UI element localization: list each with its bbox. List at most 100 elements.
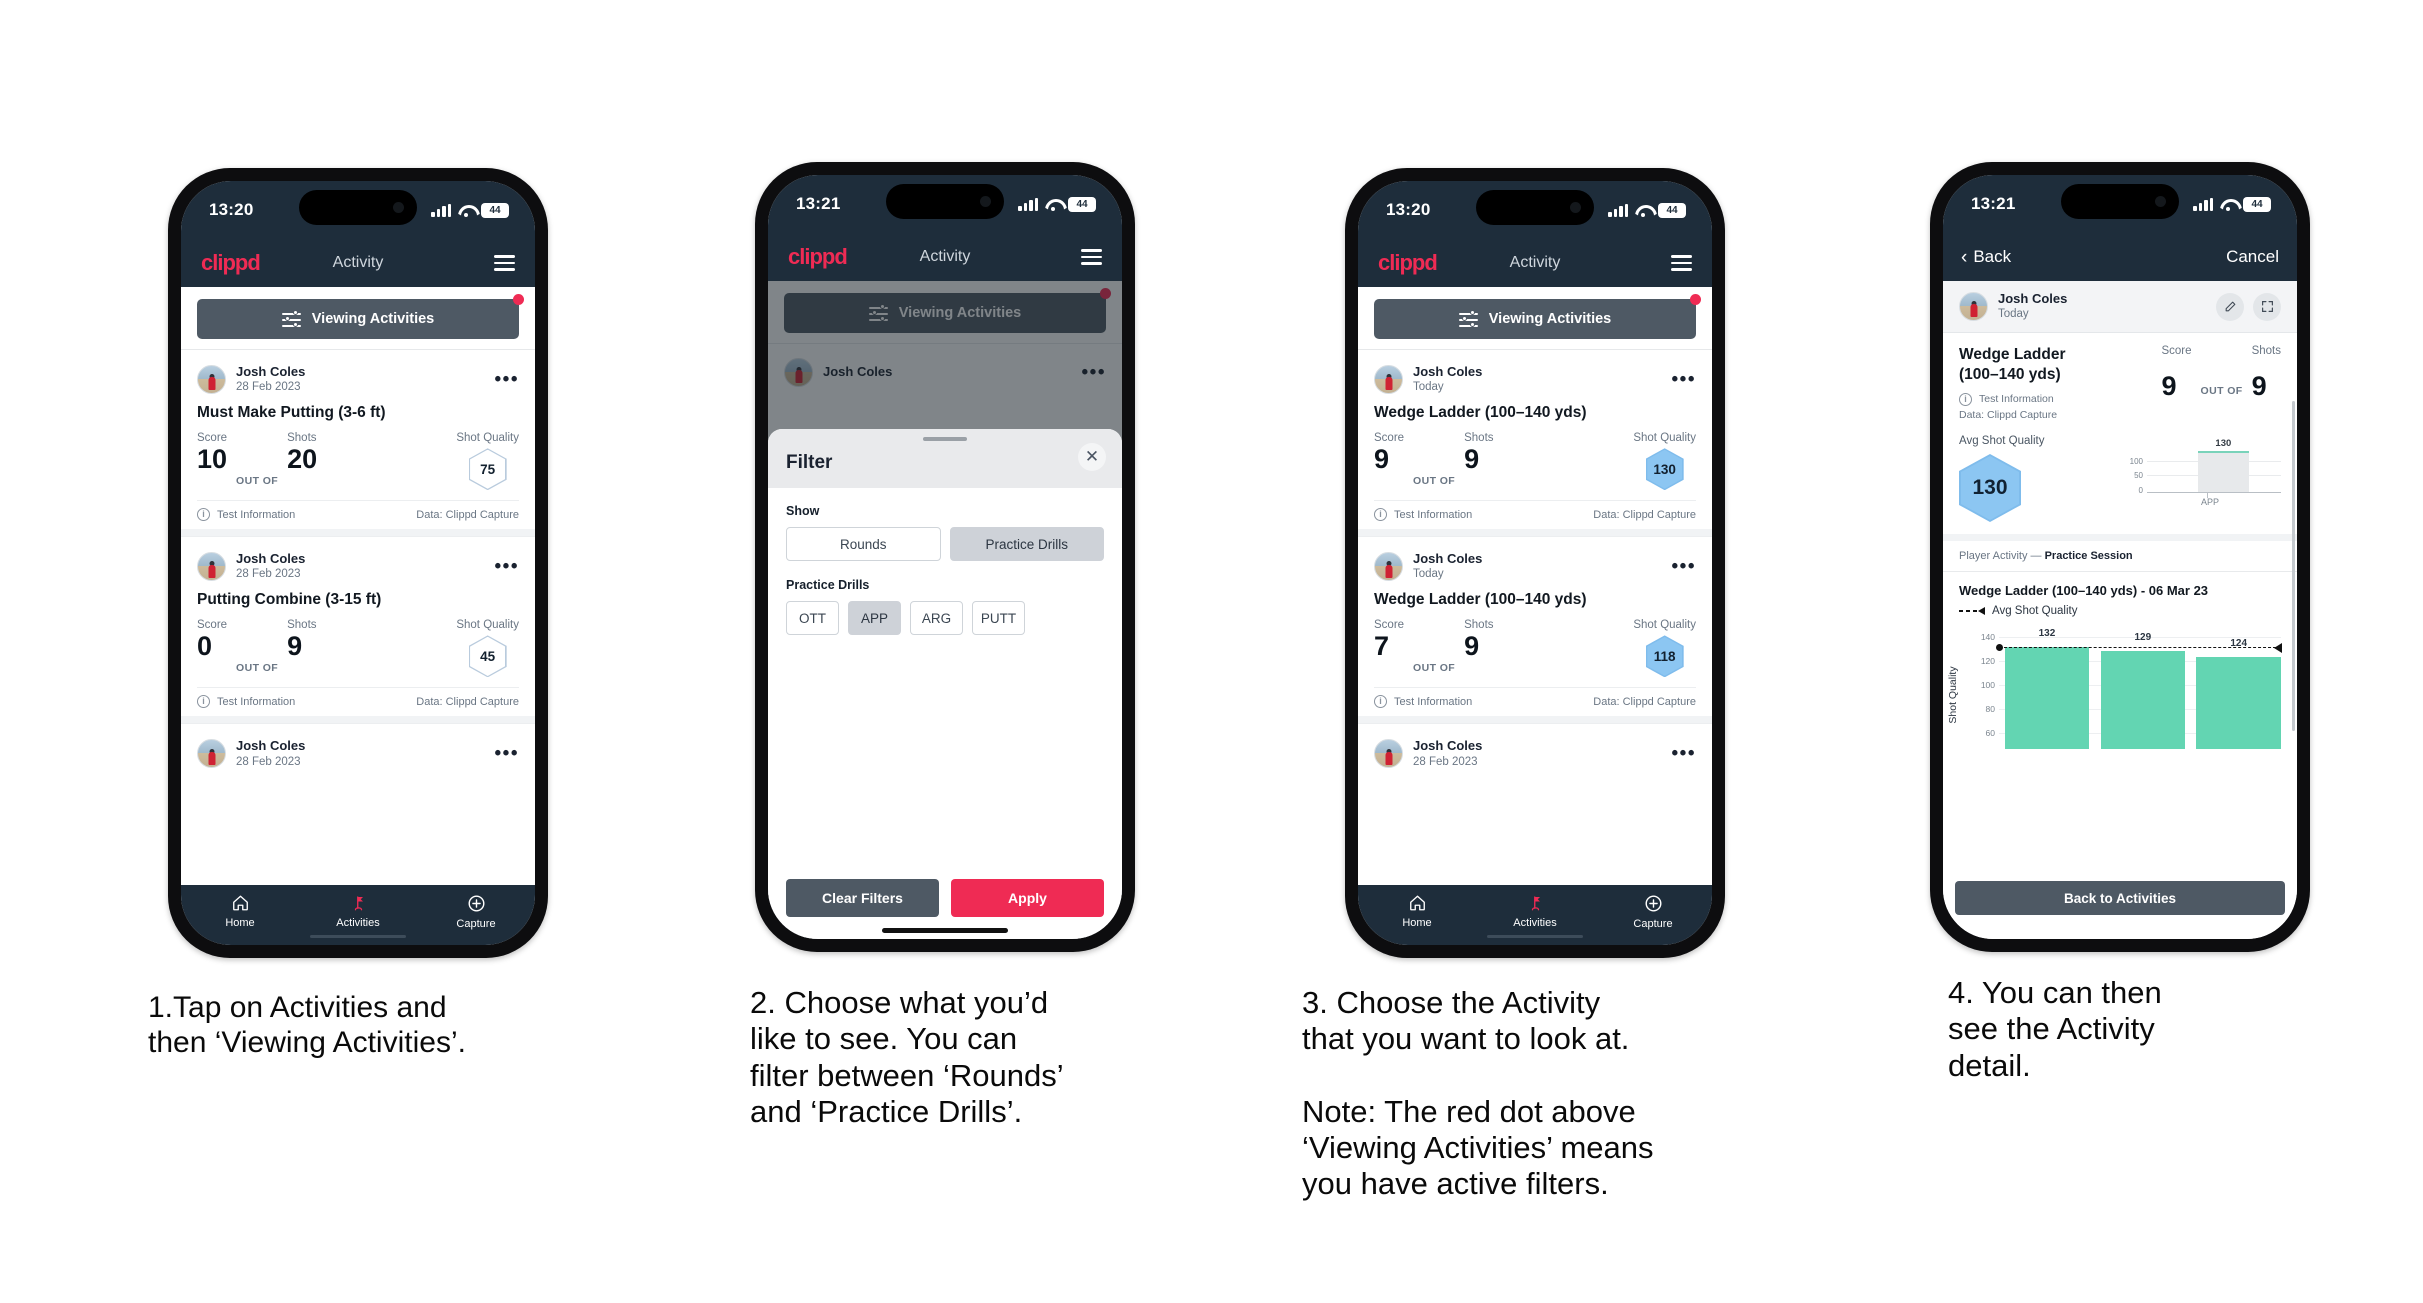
scrollbar[interactable] — [2292, 401, 2295, 731]
wifi-icon — [1045, 198, 1061, 211]
nav-active-underline — [310, 935, 406, 938]
app-bar-title: Activity — [332, 254, 384, 271]
chevron-left-icon: ‹ — [1961, 246, 1968, 268]
activity-card[interactable]: Josh Coles 28 Feb 2023 ••• Must Make Put… — [181, 349, 535, 530]
menu-icon[interactable] — [1671, 251, 1692, 275]
clippd-logo[interactable]: clippd — [788, 244, 848, 270]
activity-title: Wedge Ladder (100–140 yds) — [1374, 404, 1587, 422]
status-bar: 13:20 44 — [1358, 181, 1712, 239]
menu-icon[interactable] — [494, 251, 515, 275]
app-bar-title: Activity — [919, 248, 971, 265]
tutorial-canvas: 13:20 44 clippd Activity Viewing Activit… — [0, 0, 2423, 1303]
card-more-icon[interactable]: ••• — [495, 370, 519, 390]
dynamic-island — [2061, 184, 2179, 219]
edit-pencil-icon[interactable] — [2216, 292, 2244, 321]
info-icon[interactable]: i — [1374, 508, 1387, 522]
detail-summary: Wedge Ladder (100–140 yds) i Test Inform… — [1959, 345, 2281, 421]
chip-arg[interactable]: ARG — [910, 601, 963, 635]
shot-quality-value: 118 — [1653, 648, 1676, 664]
home-icon — [232, 895, 248, 911]
mini-chart-y-axis: 100 50 0 — [2123, 435, 2145, 507]
viewing-activities-button[interactable]: Viewing Activities — [1374, 294, 1701, 339]
sheet-grabber[interactable] — [923, 437, 967, 441]
card-more-icon[interactable]: ••• — [1672, 370, 1696, 390]
cancel-button[interactable]: Cancel — [2226, 247, 2279, 267]
nav-activities[interactable]: Activities — [299, 894, 417, 938]
viewing-activities-button[interactable]: Viewing Activities — [197, 294, 524, 339]
activity-card[interactable]: Josh Coles 28 Feb 2023 ••• — [1358, 723, 1712, 772]
user-name: Josh Coles — [236, 364, 306, 379]
chip-app[interactable]: APP — [848, 601, 901, 635]
nav-home-label: Home — [225, 917, 255, 929]
shots-block: Shots 9 — [287, 619, 316, 660]
apply-button[interactable]: Apply — [951, 879, 1104, 917]
viewing-activities-wrap: Viewing Activities — [1358, 287, 1712, 349]
activity-card[interactable]: Josh Coles 28 Feb 2023 ••• — [181, 723, 535, 772]
info-icon[interactable]: i — [1374, 695, 1387, 709]
phone-2-screen: 13:21 44 clippd Activity Filter ✕ Show R… — [768, 175, 1122, 939]
nav-capture-label: Capture — [1633, 917, 1673, 930]
shot-quality-value: 130 — [1653, 461, 1676, 477]
nav-capture[interactable]: Capture — [1594, 894, 1712, 930]
phone-1: 13:20 44 clippd Activity Viewing Activit… — [168, 168, 548, 958]
test-information-label: Test Information — [217, 508, 296, 521]
filter-sliders-icon — [1458, 310, 1478, 328]
app-bar: clippd Activity — [181, 239, 535, 287]
cellular-signal-icon — [431, 203, 451, 217]
chart-y-ticks: 140 120 100 80 60 — [1975, 629, 1997, 749]
dynamic-island — [299, 190, 417, 225]
nav-home[interactable]: Home — [181, 894, 299, 929]
score-label: Score — [197, 619, 228, 632]
nav-activities[interactable]: Activities — [1476, 894, 1594, 938]
card-more-icon[interactable]: ••• — [1672, 744, 1696, 764]
show-label: Show — [786, 504, 820, 518]
player-activity-row: Player Activity — Practice Session — [1943, 541, 2297, 572]
battery-indicator: 44 — [2243, 196, 2271, 212]
back-button[interactable]: ‹ Back — [1961, 247, 2011, 267]
clippd-logo[interactable]: clippd — [1378, 250, 1438, 276]
avatar — [1374, 365, 1403, 395]
chip-ott[interactable]: OTT — [786, 601, 839, 635]
card-more-icon[interactable]: ••• — [495, 557, 519, 577]
info-icon[interactable]: i — [197, 508, 210, 522]
score-block: Score 9 — [1374, 432, 1404, 473]
player-activity-value: Practice Session — [2044, 549, 2133, 562]
phone-1-screen: 13:20 44 clippd Activity Viewing Activit… — [181, 181, 535, 945]
chip-rounds[interactable]: Rounds — [786, 527, 941, 561]
app-bar-title: Activity — [1509, 254, 1561, 271]
out-of-label: OUT OF — [2200, 385, 2243, 398]
shot-quality-value: 45 — [480, 648, 496, 664]
shots-block: Shots 9 — [2252, 345, 2281, 400]
score-value: 7 — [1374, 631, 1390, 662]
info-icon[interactable]: i — [1959, 392, 1972, 406]
nav-home[interactable]: Home — [1358, 894, 1476, 929]
score-block: Score 9 — [2161, 345, 2191, 400]
chart-plot-area: 132 129 124 — [1996, 628, 2282, 749]
card-more-icon[interactable]: ••• — [1672, 557, 1696, 577]
nav-capture[interactable]: Capture — [417, 894, 535, 930]
card-more-icon[interactable]: ••• — [495, 744, 519, 764]
chip-putt[interactable]: PUTT — [972, 601, 1025, 635]
avatar — [197, 365, 226, 395]
activity-card[interactable]: Josh Coles Today ••• Wedge Ladder (100–1… — [1358, 349, 1712, 530]
golf-flag-icon — [354, 896, 363, 911]
data-source-label: Data: Clippd Capture — [416, 508, 519, 521]
activity-card[interactable]: Josh Coles 28 Feb 2023 ••• Putting Combi… — [181, 536, 535, 717]
user-name: Josh Coles — [236, 551, 306, 567]
shots-label: Shots — [287, 432, 317, 445]
phone-3-screen: 13:20 44 clippd Activity Viewing Activit… — [1358, 181, 1712, 945]
avg-line-legend-icon — [1959, 606, 1985, 616]
clippd-logo[interactable]: clippd — [201, 250, 261, 276]
menu-icon[interactable] — [1081, 245, 1102, 269]
score-value: 9 — [1374, 444, 1390, 475]
close-icon[interactable]: ✕ — [1078, 443, 1106, 471]
info-icon[interactable]: i — [197, 695, 210, 709]
back-to-activities-button[interactable]: Back to Activities — [1955, 881, 2285, 915]
ytick: 80 — [1985, 703, 1995, 714]
card-separator — [1358, 529, 1712, 537]
fullscreen-icon[interactable] — [2253, 292, 2281, 321]
shots-value: 9 — [287, 631, 303, 662]
activity-card[interactable]: Josh Coles Today ••• Wedge Ladder (100–1… — [1358, 536, 1712, 717]
clear-filters-button[interactable]: Clear Filters — [786, 879, 939, 917]
chip-practice-drills[interactable]: Practice Drills — [949, 527, 1104, 561]
